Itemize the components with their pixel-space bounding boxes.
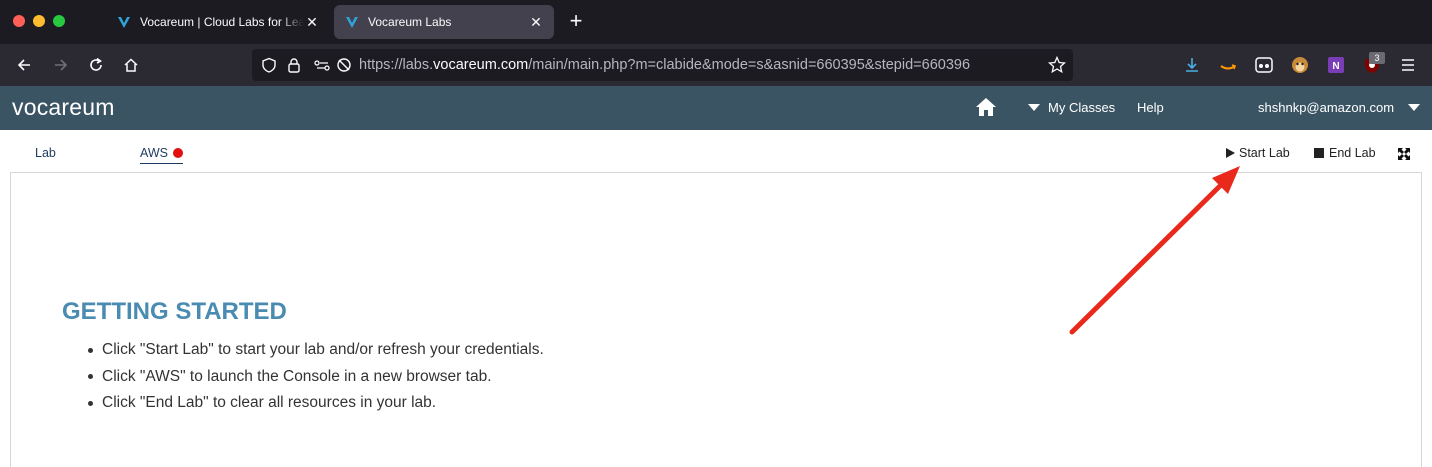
user-email: shshnkp@amazon.com xyxy=(1258,100,1395,115)
vocareum-favicon-icon xyxy=(116,14,132,30)
window-zoom-button[interactable] xyxy=(53,15,65,27)
onenote-extension-icon[interactable]: N xyxy=(1326,55,1346,75)
browser-nav-bar: https://labs.vocareum.com/main/main.php?… xyxy=(0,44,1432,86)
list-item: Click "End Lab" to clear all resources i… xyxy=(88,390,544,417)
home-icon[interactable] xyxy=(974,96,998,118)
window-close-button[interactable] xyxy=(13,15,25,27)
back-arrow-icon[interactable] xyxy=(12,53,36,77)
vocareum-favicon-icon xyxy=(344,14,360,30)
app-header: vocareum My Classes Help shshnkp@amazon.… xyxy=(0,86,1432,130)
tab-close-icon[interactable]: ✕ xyxy=(528,14,544,31)
amazon-extension-icon[interactable] xyxy=(1218,55,1238,75)
tab-title: Vocareum Labs xyxy=(368,15,452,29)
play-icon xyxy=(1226,148,1235,158)
start-lab-button[interactable]: Start Lab xyxy=(1225,146,1290,160)
forward-arrow-icon[interactable] xyxy=(49,53,73,77)
tab-title: Vocareum | Cloud Labs for Learning xyxy=(140,15,304,29)
autoplay-blocked-icon[interactable] xyxy=(332,53,356,77)
permissions-icon[interactable] xyxy=(310,53,334,77)
downloads-icon[interactable] xyxy=(1182,55,1202,75)
tab-lab[interactable]: Lab xyxy=(35,146,56,160)
help-link[interactable]: Help xyxy=(1137,100,1164,115)
address-bar[interactable]: https://labs.vocareum.com/main/main.php?… xyxy=(252,49,1073,81)
start-lab-label: Start Lab xyxy=(1239,146,1290,160)
url-text: https://labs.vocareum.com/main/main.php?… xyxy=(359,57,971,73)
fullscreen-expand-icon[interactable] xyxy=(1398,147,1410,160)
vocareum-logo[interactable]: vocareum xyxy=(12,94,115,121)
tab-close-icon[interactable]: ✕ xyxy=(304,14,320,31)
caret-down-icon xyxy=(1028,103,1040,111)
tab-aws-label: AWS xyxy=(140,146,169,160)
lab-toolbar: Lab AWS Start Lab End Lab xyxy=(0,130,1432,172)
svg-text:N: N xyxy=(1332,61,1339,72)
lock-icon[interactable] xyxy=(282,53,306,77)
new-tab-plus-icon[interactable]: + xyxy=(566,10,586,34)
extension-badge: 3 xyxy=(1369,52,1385,64)
lab-content-panel: GETTING STARTED Click "Start Lab" to sta… xyxy=(10,172,1422,467)
user-menu[interactable]: shshnkp@amazon.com xyxy=(1258,100,1421,115)
browser-tab-vocareum-labs[interactable]: Vocareum Labs ✕ xyxy=(334,5,554,39)
tracking-protection-shield-icon[interactable] xyxy=(257,53,281,77)
tab-aws[interactable]: AWS xyxy=(140,146,184,164)
list-item: Click "AWS" to launch the Console in a n… xyxy=(88,364,544,391)
bookmark-star-icon[interactable] xyxy=(1045,53,1069,77)
caret-down-icon xyxy=(1408,103,1421,111)
getting-started-list: Click "Start Lab" to start your lab and/… xyxy=(88,337,544,417)
list-item: Click "Start Lab" to start your lab and/… xyxy=(88,337,544,364)
window-minimize-button[interactable] xyxy=(33,15,45,27)
my-classes-label: My Classes xyxy=(1048,100,1116,115)
reload-icon[interactable] xyxy=(84,53,108,77)
hamburger-menu-icon[interactable] xyxy=(1398,55,1418,75)
browser-tab-strip: Vocareum | Cloud Labs for Learning ✕ Voc… xyxy=(0,0,1432,44)
home-icon[interactable] xyxy=(119,53,143,77)
end-lab-label: End Lab xyxy=(1329,146,1376,160)
stop-icon xyxy=(1314,148,1324,158)
end-lab-button[interactable]: End Lab xyxy=(1314,146,1376,160)
monkey-extension-icon[interactable] xyxy=(1290,55,1310,75)
browser-tab-vocareum-cloud-labs[interactable]: Vocareum | Cloud Labs for Learning ✕ xyxy=(106,5,330,39)
getting-started-title: GETTING STARTED xyxy=(62,298,287,325)
my-classes-menu[interactable]: My Classes xyxy=(1028,100,1115,115)
reader-extension-icon[interactable] xyxy=(1254,55,1274,75)
aws-status-dot xyxy=(173,148,184,158)
